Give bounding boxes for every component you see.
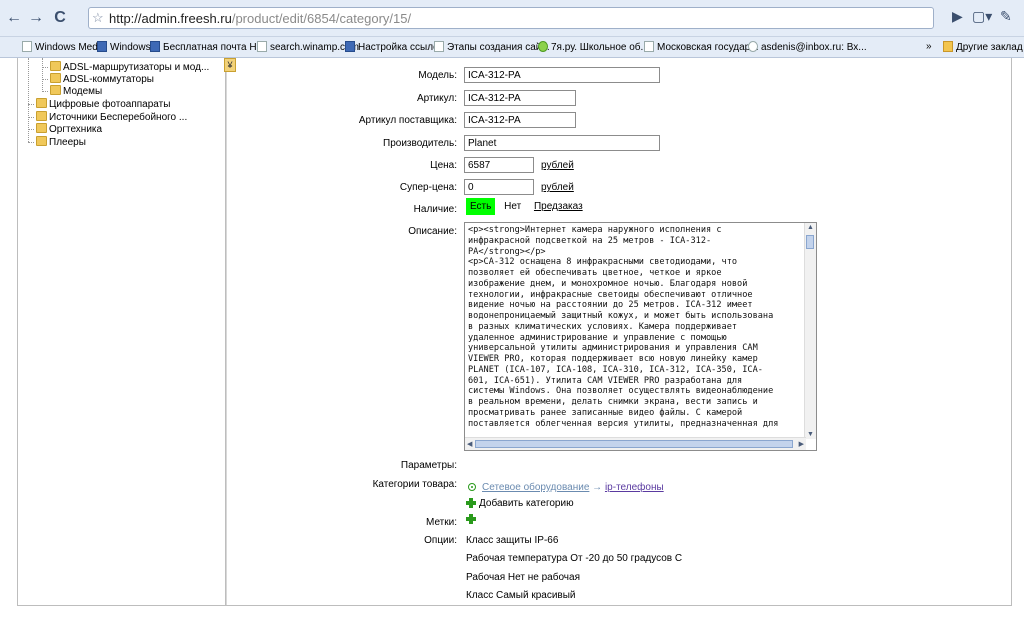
play-icon[interactable]: ▶: [952, 8, 963, 25]
bookmarks-overflow-icon[interactable]: »: [926, 41, 932, 52]
availability-options: Есть Нет Предзаказ: [466, 198, 583, 215]
tree-item[interactable]: Цифровые фотоаппараты: [36, 98, 170, 110]
category-entry: Сетевое оборудование → ip-телефоны: [468, 482, 664, 493]
forward-arrow-icon[interactable]: →: [26, 8, 46, 28]
price-currency-link[interactable]: рублей: [541, 160, 574, 171]
options-label: Опции:: [424, 535, 457, 546]
bookmark-other[interactable]: Другие заклад: [943, 41, 1023, 53]
folder-icon: [36, 111, 47, 121]
description-text: <p><strong>Интернет камера наружного исп…: [468, 225, 779, 429]
availability-yes-option[interactable]: Есть: [466, 198, 496, 215]
scroll-thumb-horizontal[interactable]: [475, 440, 793, 448]
price-input[interactable]: 6587: [464, 157, 534, 173]
folder-icon: [36, 136, 47, 146]
building-icon: [644, 41, 654, 52]
manufacturer-input[interactable]: Planet: [464, 135, 660, 151]
superprice-label: Супер-цена:: [399, 182, 457, 193]
folder-icon: [50, 73, 61, 83]
folder-icon: [36, 123, 47, 133]
tree-item[interactable]: ADSL-коммутаторы: [50, 73, 154, 85]
superprice-input[interactable]: 0: [464, 179, 534, 195]
reload-icon[interactable]: C: [50, 8, 70, 28]
windows-icon: [97, 41, 107, 52]
availability-no-option[interactable]: Нет: [504, 201, 521, 212]
scroll-thumb[interactable]: [806, 235, 814, 249]
folder-icon: [50, 61, 61, 71]
availability-label: Наличие:: [413, 204, 457, 215]
star-icon[interactable]: ☆: [92, 10, 104, 26]
bookmarks-bar: Windows Media Windows Бесплатная почта Н…: [0, 37, 1024, 58]
scroll-left-icon[interactable]: ◀: [467, 440, 472, 448]
page-icon: [22, 41, 32, 52]
supplier-article-label: Артикул поставщика:: [358, 115, 457, 126]
back-arrow-icon[interactable]: ←: [4, 8, 24, 28]
model-label: Модель:: [418, 70, 457, 81]
add-category-link[interactable]: Добавить категорию: [479, 498, 574, 509]
panel-divider: [226, 58, 227, 605]
availability-preorder-option[interactable]: Предзаказ: [534, 201, 583, 212]
article-input[interactable]: ICA-312-PA: [464, 90, 576, 106]
tree-item[interactable]: Источники Бесперебойного ...: [36, 111, 187, 123]
category-arrow: →: [592, 482, 603, 493]
folder-icon: [943, 41, 953, 52]
scroll-down-icon[interactable]: ▼: [807, 431, 814, 438]
article-label: Артикул:: [416, 93, 457, 104]
bookmark-item[interactable]: Этапы создания сай...: [434, 41, 550, 53]
add-category-plus-icon[interactable]: [466, 498, 476, 508]
page-menu-icon[interactable]: ▢▾: [972, 8, 992, 25]
tree-item[interactable]: Плееры: [36, 136, 86, 148]
bookmark-item[interactable]: Московская государ...: [644, 41, 759, 53]
tree-item[interactable]: Оргтехника: [36, 123, 102, 135]
page-icon: [434, 41, 444, 52]
wrench-icon[interactable]: ✎: [1000, 8, 1012, 25]
tags-label: Метки:: [426, 517, 457, 528]
category-tree: ADSL-маршрутизаторы и мод... ADSL-коммут…: [18, 58, 226, 605]
params-label: Параметры:: [400, 460, 457, 471]
category-child-link[interactable]: ip-телефоны: [605, 482, 664, 493]
collapse-sidebar-icon[interactable]: ¥: [224, 58, 236, 72]
bookmark-item[interactable]: asdenis@inbox.ru: Вх...: [748, 41, 867, 53]
description-label: Описание:: [408, 226, 457, 237]
superprice-currency-link[interactable]: рублей: [541, 182, 574, 193]
windows-icon: [150, 41, 160, 52]
m-icon: [345, 41, 355, 52]
scroll-up-icon[interactable]: ▲: [807, 224, 814, 231]
bookmark-item[interactable]: Windows: [97, 41, 151, 53]
bookmark-item[interactable]: Настройка ссылок: [345, 41, 443, 53]
seven-ya-icon: [538, 41, 548, 52]
page-icon: [257, 41, 267, 52]
browser-toolbar: ← → C ☆ http://admin.freesh.ru/product/e…: [0, 0, 1024, 37]
option-item: Рабочая температура От -20 до 50 градусо…: [466, 553, 683, 564]
bookmark-item[interactable]: Windows Media: [22, 41, 106, 53]
add-tag-plus-icon[interactable]: [466, 514, 476, 524]
supplier-article-input[interactable]: ICA-312-PA: [464, 112, 576, 128]
folder-icon: [36, 98, 47, 108]
categories-label: Категории товара:: [372, 479, 457, 490]
radio-icon[interactable]: [468, 483, 476, 491]
scroll-right-icon[interactable]: ▶: [799, 440, 804, 448]
folder-icon: [50, 85, 61, 95]
bookmark-item[interactable]: search.winamp.com: [257, 41, 359, 53]
option-item: Класс защиты IP-66: [466, 535, 559, 546]
manufacturer-label: Производитель:: [383, 138, 457, 149]
bookmark-item[interactable]: 7я.ру. Школьное об...: [538, 41, 649, 53]
option-item: Рабочая Нет не рабочая: [466, 572, 580, 583]
vertical-scrollbar[interactable]: ▲ ▼: [804, 223, 816, 439]
address-bar[interactable]: ☆ http://admin.freesh.ru/product/edit/68…: [88, 7, 934, 29]
tree-item[interactable]: ADSL-маршрутизаторы и мод...: [50, 61, 209, 73]
tree-item[interactable]: Модемы: [50, 85, 102, 97]
price-label: Цена:: [430, 160, 457, 171]
model-input[interactable]: ICA-312-PA: [464, 67, 660, 83]
horizontal-scrollbar[interactable]: ◀ ▶: [465, 437, 806, 450]
bookmark-item[interactable]: Бесплатная почта Н...: [150, 41, 265, 53]
at-icon: [748, 41, 758, 52]
description-textarea[interactable]: <p><strong>Интернет камера наружного исп…: [464, 222, 817, 451]
option-item: Класс Самый красивый: [466, 590, 576, 601]
category-parent-link[interactable]: Сетевое оборудование: [482, 482, 589, 493]
url-text: http://admin.freesh.ru/product/edit/6854…: [109, 11, 412, 26]
